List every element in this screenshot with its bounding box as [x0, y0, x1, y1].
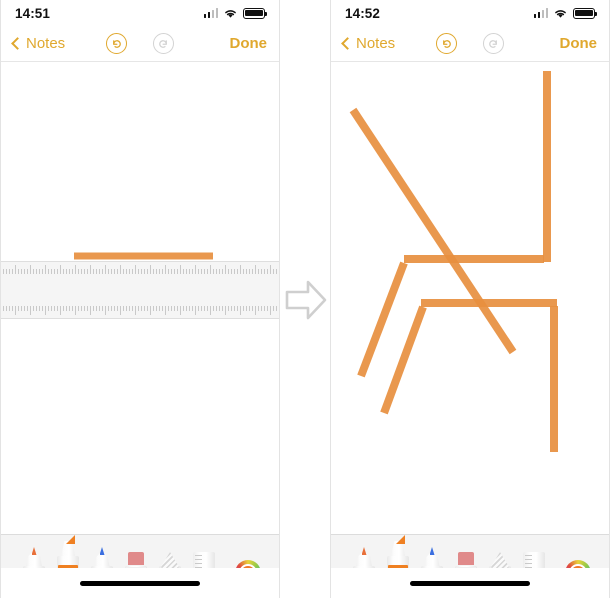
redo-icon: [159, 40, 167, 48]
wifi-icon: [555, 9, 566, 18]
status-bar: 14:52: [331, 0, 609, 26]
front-leg-left-stroke: [357, 261, 408, 378]
back-to-notes-button[interactable]: Notes: [11, 35, 66, 52]
drawing-canvas-before[interactable]: [1, 62, 279, 534]
front-leg-mid-stroke: [380, 305, 427, 415]
ruler-ticks-bottom: [1, 306, 279, 318]
done-button[interactable]: Done: [230, 35, 268, 52]
navigation-bar: Notes Done: [1, 26, 279, 62]
strokes-layer-after: [349, 71, 558, 452]
back-button-label: Notes: [356, 35, 396, 52]
back-to-notes-button[interactable]: Notes: [341, 35, 396, 52]
ruler-ticks-top: [1, 262, 279, 274]
redo-icon: [489, 40, 497, 48]
chevron-left-icon: [11, 37, 24, 50]
backrest-diagonal-stroke: [349, 107, 517, 355]
home-indicator[interactable]: [410, 580, 530, 586]
undo-icon: [113, 40, 121, 48]
battery-icon: [243, 7, 268, 19]
status-time: 14:52: [345, 5, 381, 21]
home-indicator[interactable]: [80, 580, 200, 586]
home-indicator-area-before: [1, 568, 279, 598]
navigation-bar: Notes Done: [331, 26, 609, 62]
status-icons: [533, 7, 598, 19]
done-button[interactable]: Done: [560, 35, 598, 52]
undo-button[interactable]: [106, 33, 127, 54]
status-icons: [203, 7, 268, 19]
right-arrow-icon: [285, 280, 327, 320]
chevron-left-icon: [341, 37, 354, 50]
cellular-signal-icon: [203, 8, 218, 18]
comparison-stage: 14:51 Notes Done 14:52 Notes Done: [0, 0, 610, 598]
undo-icon: [443, 40, 451, 48]
back-button-label: Notes: [26, 35, 66, 52]
wifi-icon: [225, 9, 236, 18]
cellular-signal-icon: [533, 8, 548, 18]
drawing-canvas-after[interactable]: [331, 62, 609, 534]
phone-screen-before: 14:51 Notes Done: [0, 0, 280, 598]
battery-icon: [573, 7, 598, 19]
redo-button[interactable]: [483, 33, 504, 54]
undo-button[interactable]: [436, 33, 457, 54]
ruler-overlay[interactable]: [1, 261, 279, 319]
status-time: 14:51: [15, 5, 51, 21]
phone-screen-after: 14:52 Notes Done: [330, 0, 610, 598]
status-bar: 14:51: [1, 0, 279, 26]
home-indicator-area-after: [331, 568, 609, 598]
redo-button[interactable]: [153, 33, 174, 54]
